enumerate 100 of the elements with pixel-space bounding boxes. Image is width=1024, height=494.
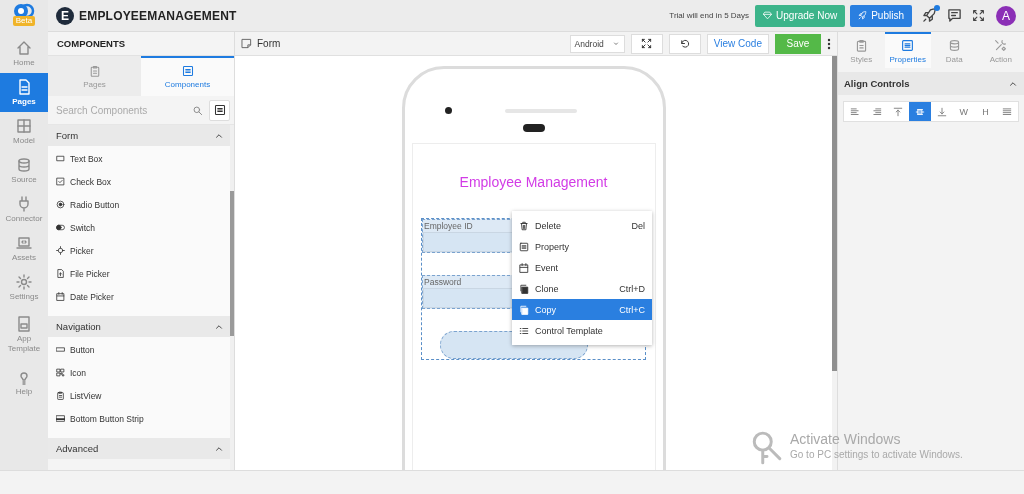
calendar-icon: [56, 292, 65, 301]
align-top-icon: [893, 106, 904, 117]
menu-item[interactable]: Delete Del: [512, 215, 652, 236]
list-icon: [519, 241, 529, 252]
component-item[interactable]: Check Box: [48, 170, 230, 193]
rocket-icon[interactable]: [922, 8, 937, 23]
undo-button[interactable]: [668, 33, 701, 54]
component-item[interactable]: Picker: [48, 239, 230, 262]
platform-select[interactable]: Android: [569, 34, 625, 53]
chat-icon[interactable]: [947, 8, 962, 23]
avatar[interactable]: A: [996, 5, 1016, 26]
camera-dot: [444, 107, 452, 114]
copy-icon: [519, 283, 529, 294]
text-box-icon: [56, 154, 65, 163]
gem-icon: [763, 11, 773, 20]
component-item[interactable]: Text Box: [48, 147, 230, 170]
align-middle-icon: [915, 106, 926, 117]
clipboard-icon: [56, 391, 65, 400]
key-icon: [750, 431, 784, 465]
checkbox-icon: [56, 177, 65, 186]
beta-badge: Beta: [12, 16, 36, 26]
menu-item[interactable]: Event: [512, 257, 652, 278]
trash-icon: [519, 220, 529, 231]
screen-title: Employee Management: [459, 174, 608, 190]
gear-icon: [16, 273, 32, 290]
section-header[interactable]: Form: [48, 125, 230, 146]
align-right-icon: [871, 106, 882, 117]
note-icon: [241, 38, 252, 49]
expand-icon: [641, 38, 653, 49]
grid-icon: [16, 117, 32, 134]
section-header[interactable]: Align Controls: [838, 72, 1024, 95]
shortcut-text: Ctrl+C: [619, 304, 645, 315]
app-logo: E: [56, 6, 74, 25]
app-title: EMPLOYEEMANAGEMENT: [79, 8, 237, 23]
strip-icon: [56, 414, 65, 423]
template-icon: [16, 316, 32, 332]
document-icon: [16, 78, 32, 95]
earpiece: [522, 124, 545, 132]
component-item[interactable]: Switch: [48, 216, 230, 239]
list-icon: [213, 104, 226, 116]
view-code-button[interactable]: View Code: [706, 33, 769, 54]
laptop-icon: [16, 234, 32, 251]
page-name: Form: [257, 38, 281, 49]
section-header[interactable]: Navigation: [48, 316, 230, 337]
scrollbar-thumb[interactable]: [832, 56, 837, 371]
scrollbar-thumb[interactable]: [230, 191, 234, 336]
plug-icon: [16, 195, 32, 212]
fullscreen-button[interactable]: [630, 33, 663, 54]
radio-icon: [56, 200, 65, 209]
align-left-icon: [849, 106, 860, 117]
list-icon: [181, 65, 194, 77]
align-button[interactable]: W: [952, 102, 975, 121]
notice-title: Activate Windows: [790, 431, 902, 448]
rectangle-icon: [56, 345, 65, 354]
qr-icon: [56, 368, 65, 377]
undo-icon: [679, 38, 691, 49]
database-icon: [947, 38, 961, 52]
tab[interactable]: Properties: [884, 32, 931, 68]
align-button[interactable]: H: [974, 102, 997, 121]
menu-item[interactable]: Property: [512, 236, 652, 257]
component-item[interactable]: Bottom Button Strip: [48, 407, 230, 430]
chevron-icon: [611, 39, 620, 48]
shortcut-text: Del: [631, 220, 645, 231]
menu-item[interactable]: Copy Ctrl+C: [512, 299, 652, 320]
component-item[interactable]: File Picker: [48, 262, 230, 285]
component-item[interactable]: Radio Button: [48, 193, 230, 216]
expand-icon[interactable]: [972, 9, 985, 22]
notice-message: Go to PC settings to activate Windows.: [790, 448, 963, 461]
component-item[interactable]: Icon: [48, 361, 230, 384]
publish-button[interactable]: Publish: [850, 4, 912, 27]
nav-item[interactable]: Pages: [0, 73, 48, 112]
kebab-icon[interactable]: [827, 37, 831, 50]
align-button[interactable]: [909, 102, 931, 121]
shortcut-text: Ctrl+D: [619, 283, 645, 294]
rocket-icon: [858, 11, 868, 20]
field-label: Employee ID: [423, 220, 474, 232]
copy-icon: [519, 304, 529, 315]
search-icon[interactable]: [192, 104, 203, 116]
home-icon: [16, 39, 32, 56]
calendar-icon: [519, 262, 529, 273]
bullets-icon: [519, 325, 529, 336]
crosshair-icon: [56, 246, 65, 255]
justify-icon: [1002, 106, 1013, 117]
component-item[interactable]: Button: [48, 338, 230, 361]
section-header[interactable]: Advanced: [48, 438, 230, 459]
list-view-button[interactable]: [209, 99, 230, 121]
toggle-icon: [56, 223, 65, 232]
clipboard-icon: [88, 65, 101, 77]
menu-item[interactable]: Clone Ctrl+D: [512, 278, 652, 299]
field-label: Password: [423, 276, 463, 288]
component-item[interactable]: ListView: [48, 384, 230, 407]
menu-item[interactable]: Control Template: [512, 320, 652, 341]
tab[interactable]: Components: [141, 56, 234, 96]
database-icon: [16, 156, 32, 173]
component-item[interactable]: Date Picker: [48, 285, 230, 308]
file-icon: [56, 269, 65, 278]
list-icon: [901, 38, 915, 52]
align-bottom-icon: [936, 106, 947, 117]
tools-icon: [994, 38, 1008, 52]
trial-notice: Trial will end in 5 Days: [669, 11, 750, 20]
